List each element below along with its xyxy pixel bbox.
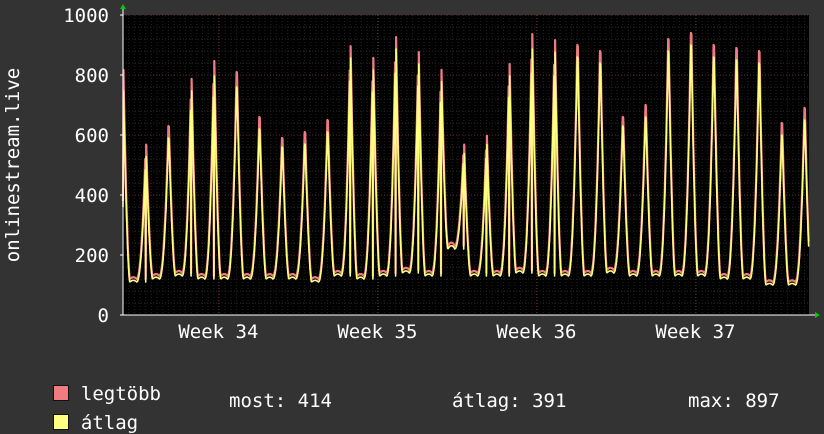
y-tick-label: 0 (98, 305, 109, 327)
y-tick-label: 800 (75, 65, 109, 87)
stat-max: max: 897 (688, 390, 780, 412)
y-tick-label: 400 (75, 185, 109, 207)
x-tick-label: Week 34 (178, 321, 258, 343)
legend-swatch-avg (52, 414, 69, 430)
x-axis-arrow-icon (815, 312, 820, 318)
x-tick-label: Week 37 (655, 321, 735, 343)
y-axis-arrow-icon (120, 4, 126, 9)
chart: 02004006008001000 Week 34 Week 35 Week 36 W… (2, 4, 820, 343)
stat-current: most: 414 (229, 390, 332, 412)
legend-label-avg: átlag (80, 412, 139, 434)
x-tick-label: Week 35 (337, 321, 417, 343)
y-tick-label: 1000 (63, 5, 109, 27)
x-tick-labels: Week 34 Week 35 Week 36 Week 37 (178, 321, 735, 343)
y-tick-label: 200 (75, 245, 109, 267)
y-tick-label: 600 (75, 125, 109, 147)
y-axis-label: onlinestream.live (2, 68, 24, 262)
stat-average: átlag: 391 (452, 390, 567, 412)
legend-item-avg: átlag (30, 390, 138, 434)
x-tick-label: Week 36 (496, 321, 576, 343)
y-tick-labels: 0 200 400 600 800 1000 (63, 5, 109, 327)
